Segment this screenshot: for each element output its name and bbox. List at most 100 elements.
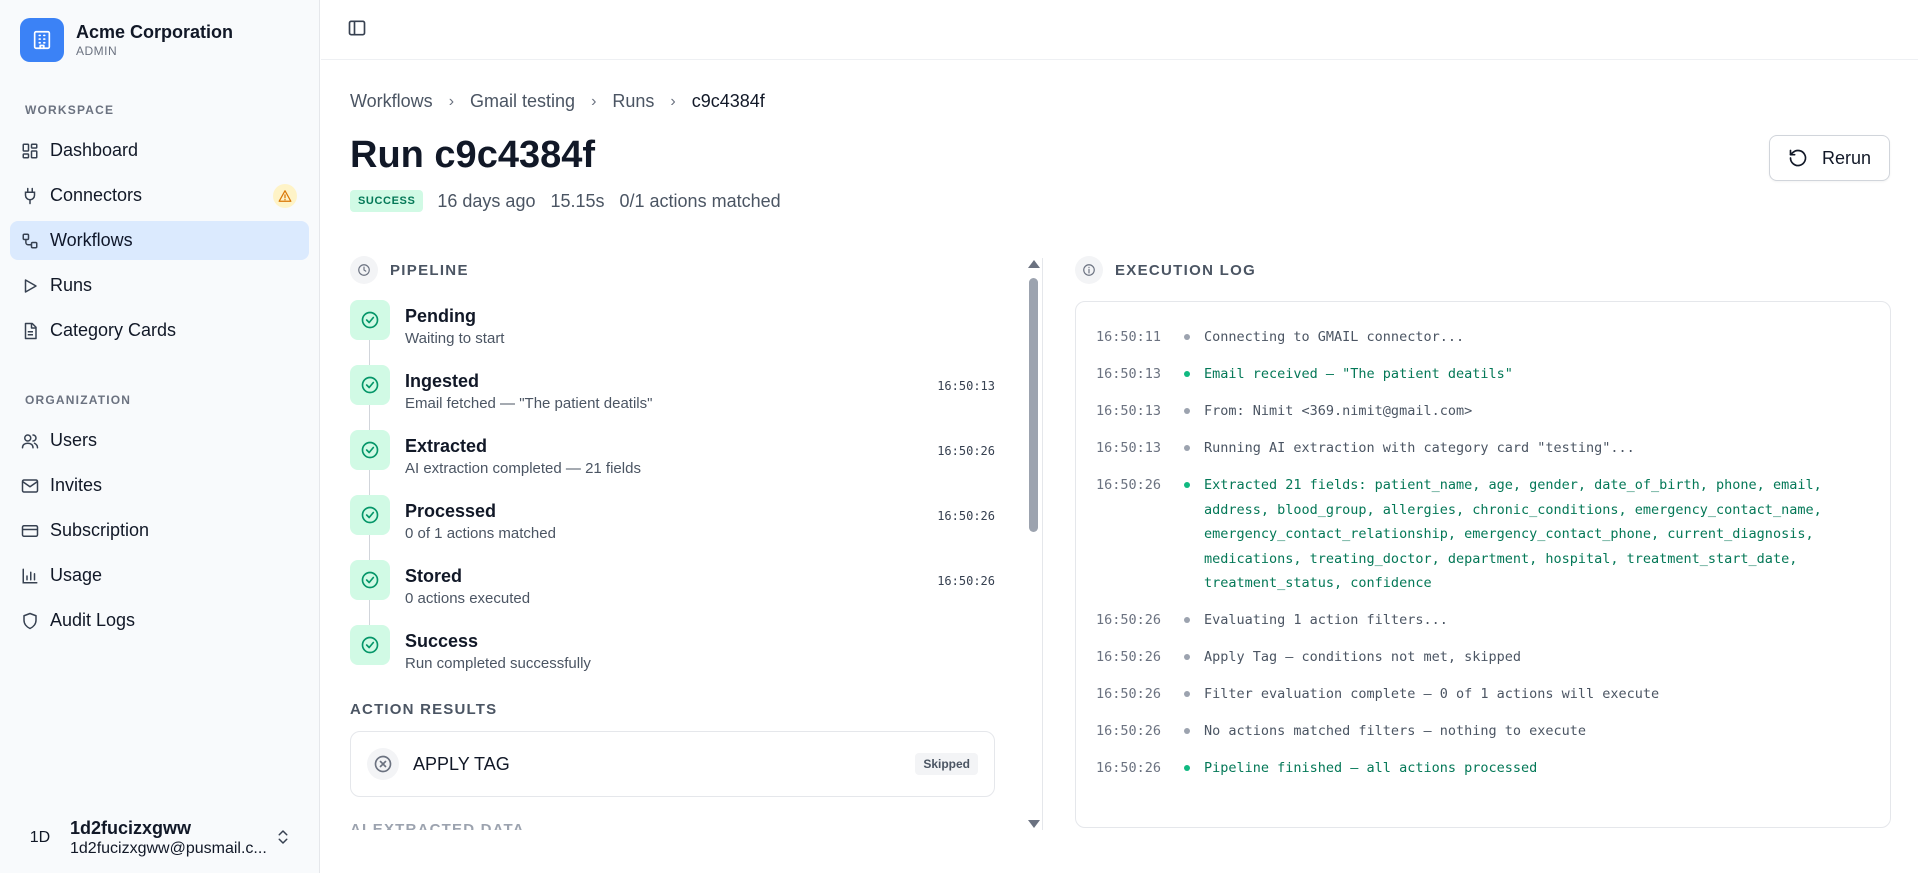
log-message: From: Nimit <369.nimit@gmail.com> — [1204, 403, 1473, 419]
scrollbar-thumb[interactable] — [1029, 278, 1038, 532]
log-dot — [1184, 654, 1190, 660]
sidebar-item-invites[interactable]: Invites — [10, 466, 309, 505]
log-dot — [1184, 334, 1190, 340]
run-matched: 0/1 actions matched — [619, 190, 781, 211]
stage-time: 16:50:26 — [937, 444, 995, 458]
sidebar-item-label: Connectors — [50, 185, 143, 205]
pipeline-stage: Success Run completed successfully — [350, 625, 995, 679]
sidebar-item-usage[interactable]: Usage — [10, 556, 309, 595]
breadcrumb-workflow[interactable]: Gmail testing — [470, 91, 575, 112]
chevron-up-down-icon — [274, 826, 292, 853]
stage-description: Email fetched — "The patient deatils" — [405, 395, 653, 412]
log-dot — [1184, 445, 1190, 451]
rerun-label: Rerun — [1821, 147, 1872, 168]
stage-description: AI extraction completed — 21 fields — [405, 460, 641, 477]
execution-log-heading-label: EXECUTION LOG — [1115, 261, 1257, 279]
sidebar-item-label: Runs — [50, 275, 93, 295]
check-circle-icon — [350, 560, 390, 600]
sidebar-item-label: Dashboard — [50, 140, 139, 160]
sidebar-item-runs[interactable]: Runs — [10, 266, 309, 305]
status-badge: SUCCESS — [350, 190, 424, 212]
sidebar-item-label: Workflows — [50, 230, 133, 250]
chevron-right-icon: › — [591, 92, 597, 110]
check-circle-icon — [350, 625, 390, 665]
sidebar-item-audit-logs[interactable]: Audit Logs — [10, 601, 309, 640]
log-entry: 16:50:26 Filter evaluation complete — 0 … — [1076, 682, 1890, 707]
pipeline-scrollbar[interactable] — [1026, 258, 1040, 830]
run-age: 16 days ago — [437, 190, 536, 211]
sidebar-item-label: Invites — [50, 475, 103, 495]
log-time: 16:50:26 — [1096, 723, 1162, 739]
workspace-section-label: WORKSPACE — [25, 103, 115, 117]
pipeline-stage: Processed 0 of 1 actions matched 16:50:2… — [350, 495, 995, 549]
log-entry: 16:50:26 No actions matched filters — no… — [1076, 719, 1890, 744]
log-message: Email received — "The patient deatils" — [1204, 366, 1513, 382]
stage-name: Success — [405, 631, 479, 651]
stage-description: 0 of 1 actions matched — [405, 525, 556, 542]
sidebar-item-label: Users — [50, 430, 98, 450]
check-circle-icon — [350, 430, 390, 470]
document-icon — [20, 321, 40, 341]
stage-name: Processed — [405, 501, 497, 521]
stage-description: Run completed successfully — [405, 655, 591, 672]
sidebar: Acme Corporation ADMIN WORKSPACE Dashboa… — [0, 0, 320, 873]
sidebar-item-dashboard[interactable]: Dashboard — [10, 131, 309, 170]
execution-log-heading: EXECUTION LOG — [1075, 256, 1256, 284]
dashboard-icon — [20, 141, 40, 161]
pipeline-heading-label: PIPELINE — [390, 261, 469, 279]
run-duration: 15.15s — [550, 190, 605, 211]
action-results-heading: ACTION RESULTS — [350, 701, 498, 718]
users-icon — [20, 431, 40, 451]
log-dot — [1184, 728, 1190, 734]
breadcrumb-workflows[interactable]: Workflows — [350, 91, 433, 112]
scroll-down-arrow-icon[interactable] — [1028, 820, 1040, 828]
sidebar-item-connectors[interactable]: Connectors — [10, 176, 309, 215]
stage-name: Stored — [405, 566, 463, 586]
log-time: 16:50:13 — [1096, 366, 1162, 382]
stage-description: 0 actions executed — [405, 590, 531, 607]
extracted-data-heading: AI EXTRACTED DATA — [350, 822, 525, 830]
chevron-right-icon: › — [670, 92, 676, 110]
sidebar-item-users[interactable]: Users — [10, 421, 309, 460]
log-time: 16:50:11 — [1096, 329, 1162, 345]
sidebar-item-subscription[interactable]: Subscription — [10, 511, 309, 550]
stage-time: 16:50:26 — [937, 574, 995, 588]
log-message: Pipeline finished — all actions processe… — [1204, 760, 1538, 776]
sidebar-item-label: Subscription — [50, 520, 150, 540]
clock-icon — [350, 256, 378, 284]
log-entry: 16:50:13 Running AI extraction with cate… — [1076, 436, 1890, 461]
stage-time: 16:50:13 — [937, 379, 995, 393]
building-icon — [20, 18, 64, 62]
credit-card-icon — [20, 521, 40, 541]
play-icon — [20, 276, 40, 296]
log-time: 16:50:26 — [1096, 477, 1162, 493]
action-result-card[interactable]: APPLY TAG Skipped — [350, 731, 995, 797]
org-switcher[interactable]: Acme Corporation ADMIN — [20, 18, 233, 62]
stage-time: 16:50:26 — [937, 509, 995, 523]
log-time: 16:50:13 — [1096, 440, 1162, 456]
pipeline-heading: PIPELINE — [350, 256, 469, 284]
workflow-icon — [20, 231, 40, 251]
sidebar-item-workflows[interactable]: Workflows — [10, 221, 309, 260]
pipeline-stage: Stored 0 actions executed 16:50:26 — [350, 560, 995, 614]
sidebar-item-label: Audit Logs — [50, 610, 136, 630]
user-name: 1d2fucizxgww — [70, 818, 192, 838]
pipeline-stage: Pending Waiting to start — [350, 300, 995, 354]
log-time: 16:50:26 — [1096, 612, 1162, 628]
log-entry: 16:50:26 Pipeline finished — all actions… — [1076, 756, 1890, 781]
action-status-badge: Skipped — [915, 753, 978, 775]
sidebar-item-category-cards[interactable]: Category Cards — [10, 311, 309, 350]
log-dot — [1184, 765, 1190, 771]
scroll-up-arrow-icon[interactable] — [1028, 260, 1040, 268]
log-dot — [1184, 691, 1190, 697]
breadcrumb-runs[interactable]: Runs — [612, 91, 654, 112]
sidebar-toggle-icon[interactable] — [347, 18, 371, 42]
chevron-right-icon: › — [448, 92, 455, 110]
log-message: Extracted 21 fields: patient_name, age, … — [1204, 477, 1830, 591]
user-menu[interactable]: 1D 1d2fucizxgww 1d2fucizxgww@pusmail.c..… — [20, 812, 300, 864]
log-message: Running AI extraction with category card… — [1204, 440, 1635, 456]
run-meta: SUCCESS 16 days ago 15.15s 0/1 actions m… — [350, 190, 796, 212]
mail-icon — [20, 476, 40, 496]
log-entry: 16:50:26 Evaluating 1 action filters... — [1076, 608, 1890, 633]
rerun-button[interactable]: Rerun — [1769, 135, 1890, 181]
